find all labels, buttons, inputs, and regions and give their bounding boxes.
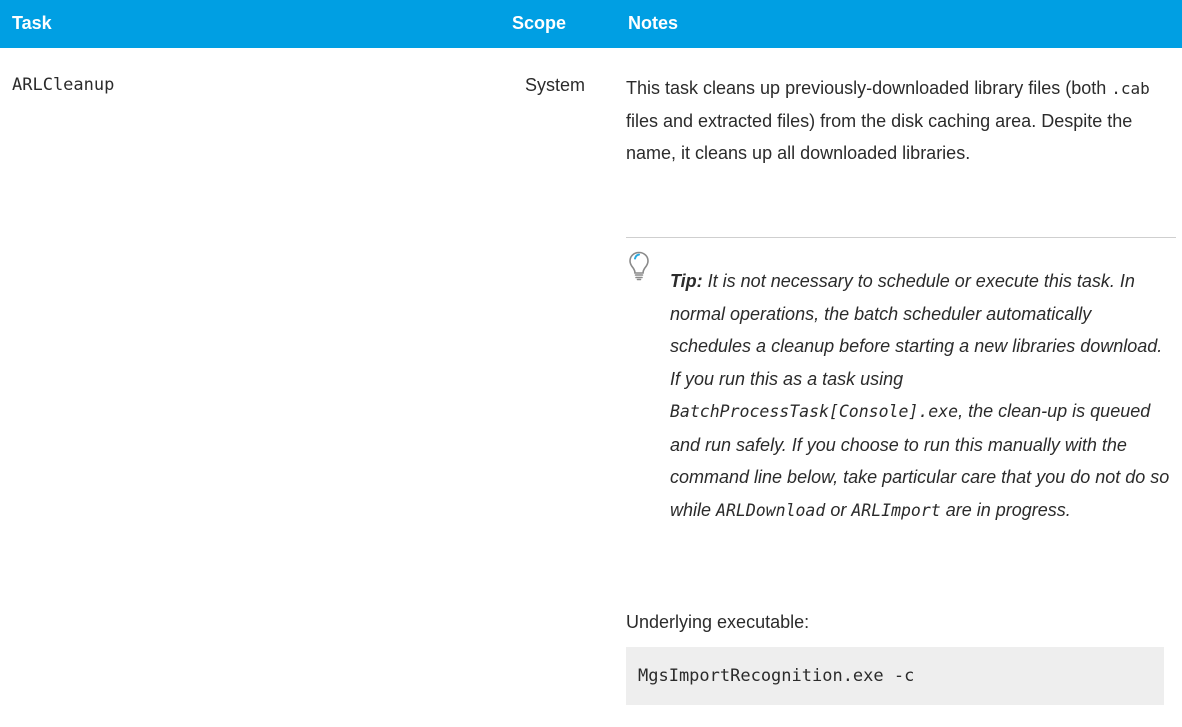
cab-code: .cab <box>1111 79 1150 98</box>
tip-label: Tip: <box>670 271 703 291</box>
tip-code-arldownload: ARLDownload <box>716 500 826 520</box>
command-text: MgsImportRecognition.exe -c <box>638 666 915 686</box>
tip-divider <box>626 237 1176 238</box>
header-task: Task <box>12 13 52 33</box>
tip-text-3: or <box>825 499 852 520</box>
command-code-block: MgsImportRecognition.exe -c <box>626 647 1164 705</box>
executable-label: Underlying executable: <box>626 612 810 632</box>
task-scope: System <box>525 75 586 95</box>
notes-text-2: files and extracted files) from the disk… <box>626 111 1133 163</box>
header-scope: Scope <box>512 13 567 33</box>
table-header-row: Task Scope Notes <box>0 0 1182 48</box>
notes-text-1: This task cleans up previously-downloade… <box>626 78 1112 98</box>
tip-code-arlimport: ARLImport <box>851 500 941 520</box>
task-name: ARLCleanup <box>12 75 115 95</box>
header-notes: Notes <box>628 13 679 33</box>
lightbulb-icon <box>629 251 649 281</box>
tip-text-1: It is not necessary to schedule or execu… <box>670 271 1163 389</box>
tip-text-4: are in progress. <box>940 499 1071 520</box>
notes-paragraph: This task cleans up previously-downloade… <box>626 72 1176 169</box>
tip-code-batchprocess: BatchProcessTask[Console].exe <box>670 402 959 421</box>
tip-note: Tip: It is not necessary to schedule or … <box>670 265 1170 527</box>
